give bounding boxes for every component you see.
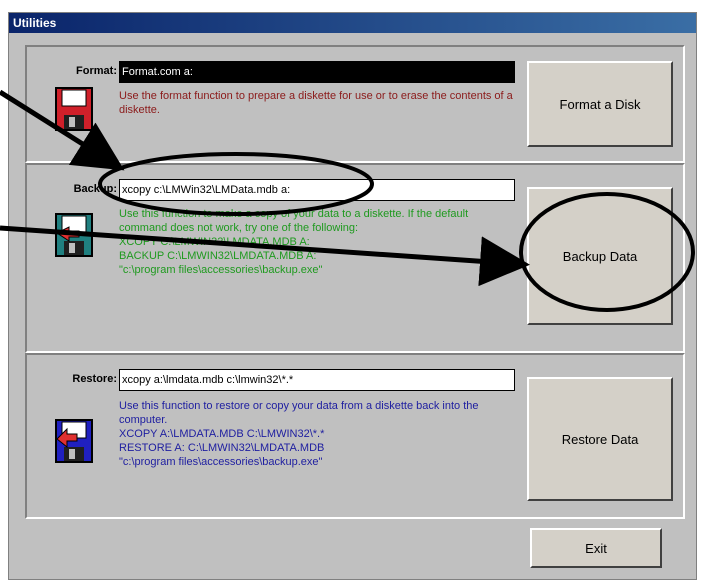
format-label: Format: — [76, 65, 117, 77]
format-command-input[interactable] — [119, 61, 515, 83]
backup-command-input[interactable] — [119, 179, 515, 201]
format-panel: Format: Use the format function to prepa… — [25, 45, 685, 163]
restore-command-input[interactable] — [119, 369, 515, 391]
restore-panel: Restore: Use this function to restore or… — [25, 353, 685, 519]
backup-label: Backup: — [73, 183, 117, 195]
restore-data-button[interactable]: Restore Data — [527, 377, 673, 501]
window-title: Utilities — [9, 13, 696, 33]
restore-description: Use this function to restore or copy you… — [119, 400, 479, 468]
exit-button[interactable]: Exit — [530, 528, 662, 568]
restore-label: Restore: — [72, 373, 117, 385]
backup-panel: Backup: Use this function to make a copy… — [25, 163, 685, 353]
format-description: Use the format function to prepare a dis… — [119, 90, 513, 116]
floppy-disk-red-icon — [55, 87, 93, 131]
floppy-disk-blue-icon — [55, 419, 93, 463]
backup-data-button[interactable]: Backup Data — [527, 187, 673, 325]
backup-description: Use this function to make a copy of your… — [119, 208, 469, 276]
format-disk-button[interactable]: Format a Disk — [527, 61, 673, 147]
utilities-window: Utilities Format: Use the format functio… — [8, 12, 697, 580]
floppy-disk-teal-icon — [55, 213, 93, 257]
